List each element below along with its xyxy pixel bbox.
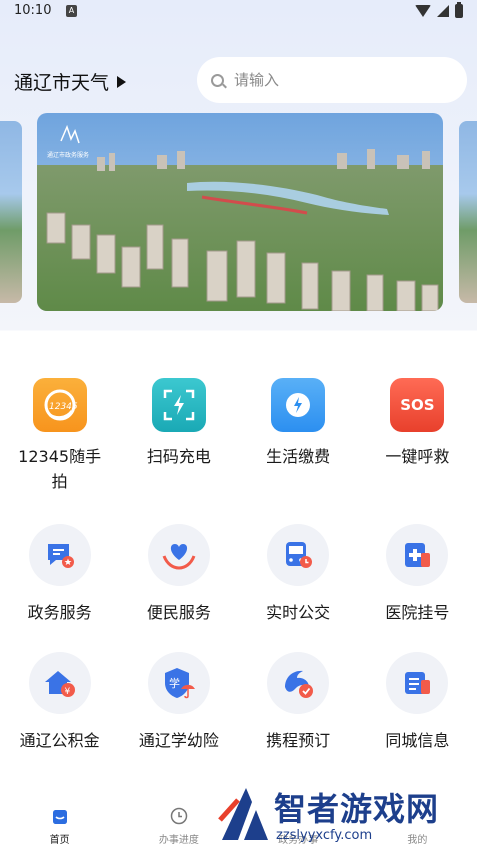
service-trip-booking[interactable]: 携程预订 bbox=[239, 650, 358, 778]
watermark-logo-icon bbox=[218, 788, 268, 840]
student-insurance-icon: 学 bbox=[147, 652, 210, 714]
service-label: 扫码充电 bbox=[146, 447, 211, 466]
service-gov[interactable]: 政务服务 bbox=[0, 522, 119, 650]
sos-icon: SOS bbox=[390, 378, 445, 432]
banner-slide[interactable]: 通辽市政务服务 bbox=[37, 113, 443, 311]
signal-icon bbox=[437, 5, 449, 17]
service-label: 政务服务 bbox=[27, 603, 92, 622]
scan-charge-icon bbox=[151, 378, 206, 432]
watermark: 智者游戏网 zzslyyxcfy.com bbox=[214, 780, 477, 850]
heart-hands-icon bbox=[147, 524, 210, 586]
watermark-title: 智者游戏网 bbox=[274, 790, 440, 828]
city-aerial-image: 通辽市政务服务 bbox=[37, 113, 443, 311]
clock-icon bbox=[169, 806, 189, 826]
battery-icon bbox=[455, 2, 463, 18]
hospital-icon bbox=[386, 524, 449, 586]
city-info-icon bbox=[386, 652, 449, 714]
status-indicators bbox=[415, 2, 463, 18]
services-row-2: 政务服务 便民服务 实时公交 医院挂号 bbox=[0, 522, 477, 650]
service-utility-payment[interactable]: 生活缴费 bbox=[239, 372, 358, 522]
service-bus[interactable]: 实时公交 bbox=[239, 522, 358, 650]
wifi-icon bbox=[415, 5, 431, 17]
service-grid: 12345 12345随手拍 扫码充电 生活缴费 SOS 一键呼救 政务服务 便… bbox=[0, 372, 477, 778]
nav-label: 办事进度 bbox=[158, 835, 199, 846]
service-label: 医院挂号 bbox=[385, 603, 450, 622]
gov-service-icon bbox=[28, 524, 91, 586]
svg-text:学: 学 bbox=[169, 676, 180, 690]
weather-label: 通辽市天气 bbox=[14, 72, 110, 94]
service-hospital[interactable]: 医院挂号 bbox=[358, 522, 477, 650]
banner-caption: 通辽市政务服务 bbox=[47, 151, 89, 159]
service-housing-fund[interactable]: ¥ 通辽公积金 bbox=[0, 650, 119, 778]
svg-text:12345: 12345 bbox=[49, 402, 78, 412]
service-label: 实时公交 bbox=[266, 603, 331, 622]
nav-home[interactable]: 首页 bbox=[0, 796, 119, 850]
bus-icon bbox=[267, 524, 330, 586]
banner-next-slide[interactable] bbox=[459, 121, 477, 303]
service-city-info[interactable]: 同城信息 bbox=[358, 650, 477, 778]
banner-carousel[interactable]: 通辽市政务服务 bbox=[0, 113, 477, 313]
service-student-insurance[interactable]: 学 通辽学幼险 bbox=[119, 650, 238, 778]
search-bar[interactable] bbox=[197, 57, 467, 103]
home-icon bbox=[50, 806, 70, 826]
service-label: 同城信息 bbox=[385, 731, 450, 750]
service-label: 便民服务 bbox=[146, 603, 211, 622]
watermark-url: zzslyyxcfy.com bbox=[276, 828, 373, 843]
notification-icon: A bbox=[66, 5, 77, 17]
camera-report-icon: 12345 bbox=[32, 378, 87, 432]
search-input[interactable] bbox=[234, 71, 434, 89]
weather-selector[interactable]: 通辽市天气 bbox=[14, 68, 127, 95]
service-label: 通辽学幼险 bbox=[138, 731, 219, 750]
service-label: 生活缴费 bbox=[266, 447, 331, 466]
svg-text:¥: ¥ bbox=[64, 687, 70, 697]
trip-dolphin-icon bbox=[267, 652, 330, 714]
service-label: 通辽公积金 bbox=[19, 731, 100, 750]
nav-label: 首页 bbox=[49, 835, 70, 846]
service-label: 一键呼救 bbox=[385, 447, 450, 466]
service-sos[interactable]: SOS 一键呼救 bbox=[358, 372, 477, 522]
services-row-3: ¥ 通辽公积金 学 通辽学幼险 携程预订 同城信息 bbox=[0, 650, 477, 778]
service-scan-charge[interactable]: 扫码充电 bbox=[119, 372, 238, 522]
status-bar: 10:10 A bbox=[0, 0, 477, 24]
housing-fund-icon: ¥ bbox=[28, 652, 91, 714]
service-label: 携程预订 bbox=[266, 731, 331, 750]
status-time: 10:10 bbox=[14, 3, 52, 18]
play-arrow-icon bbox=[117, 75, 127, 88]
service-convenience[interactable]: 便民服务 bbox=[119, 522, 238, 650]
banner-prev-slide[interactable] bbox=[0, 121, 22, 303]
water-drop-icon bbox=[271, 378, 326, 432]
search-icon bbox=[211, 73, 224, 87]
service-label: 12345随手拍 bbox=[18, 447, 102, 491]
service-12345[interactable]: 12345 12345随手拍 bbox=[0, 372, 119, 522]
featured-services-row: 12345 12345随手拍 扫码充电 生活缴费 SOS 一键呼救 bbox=[0, 372, 477, 522]
